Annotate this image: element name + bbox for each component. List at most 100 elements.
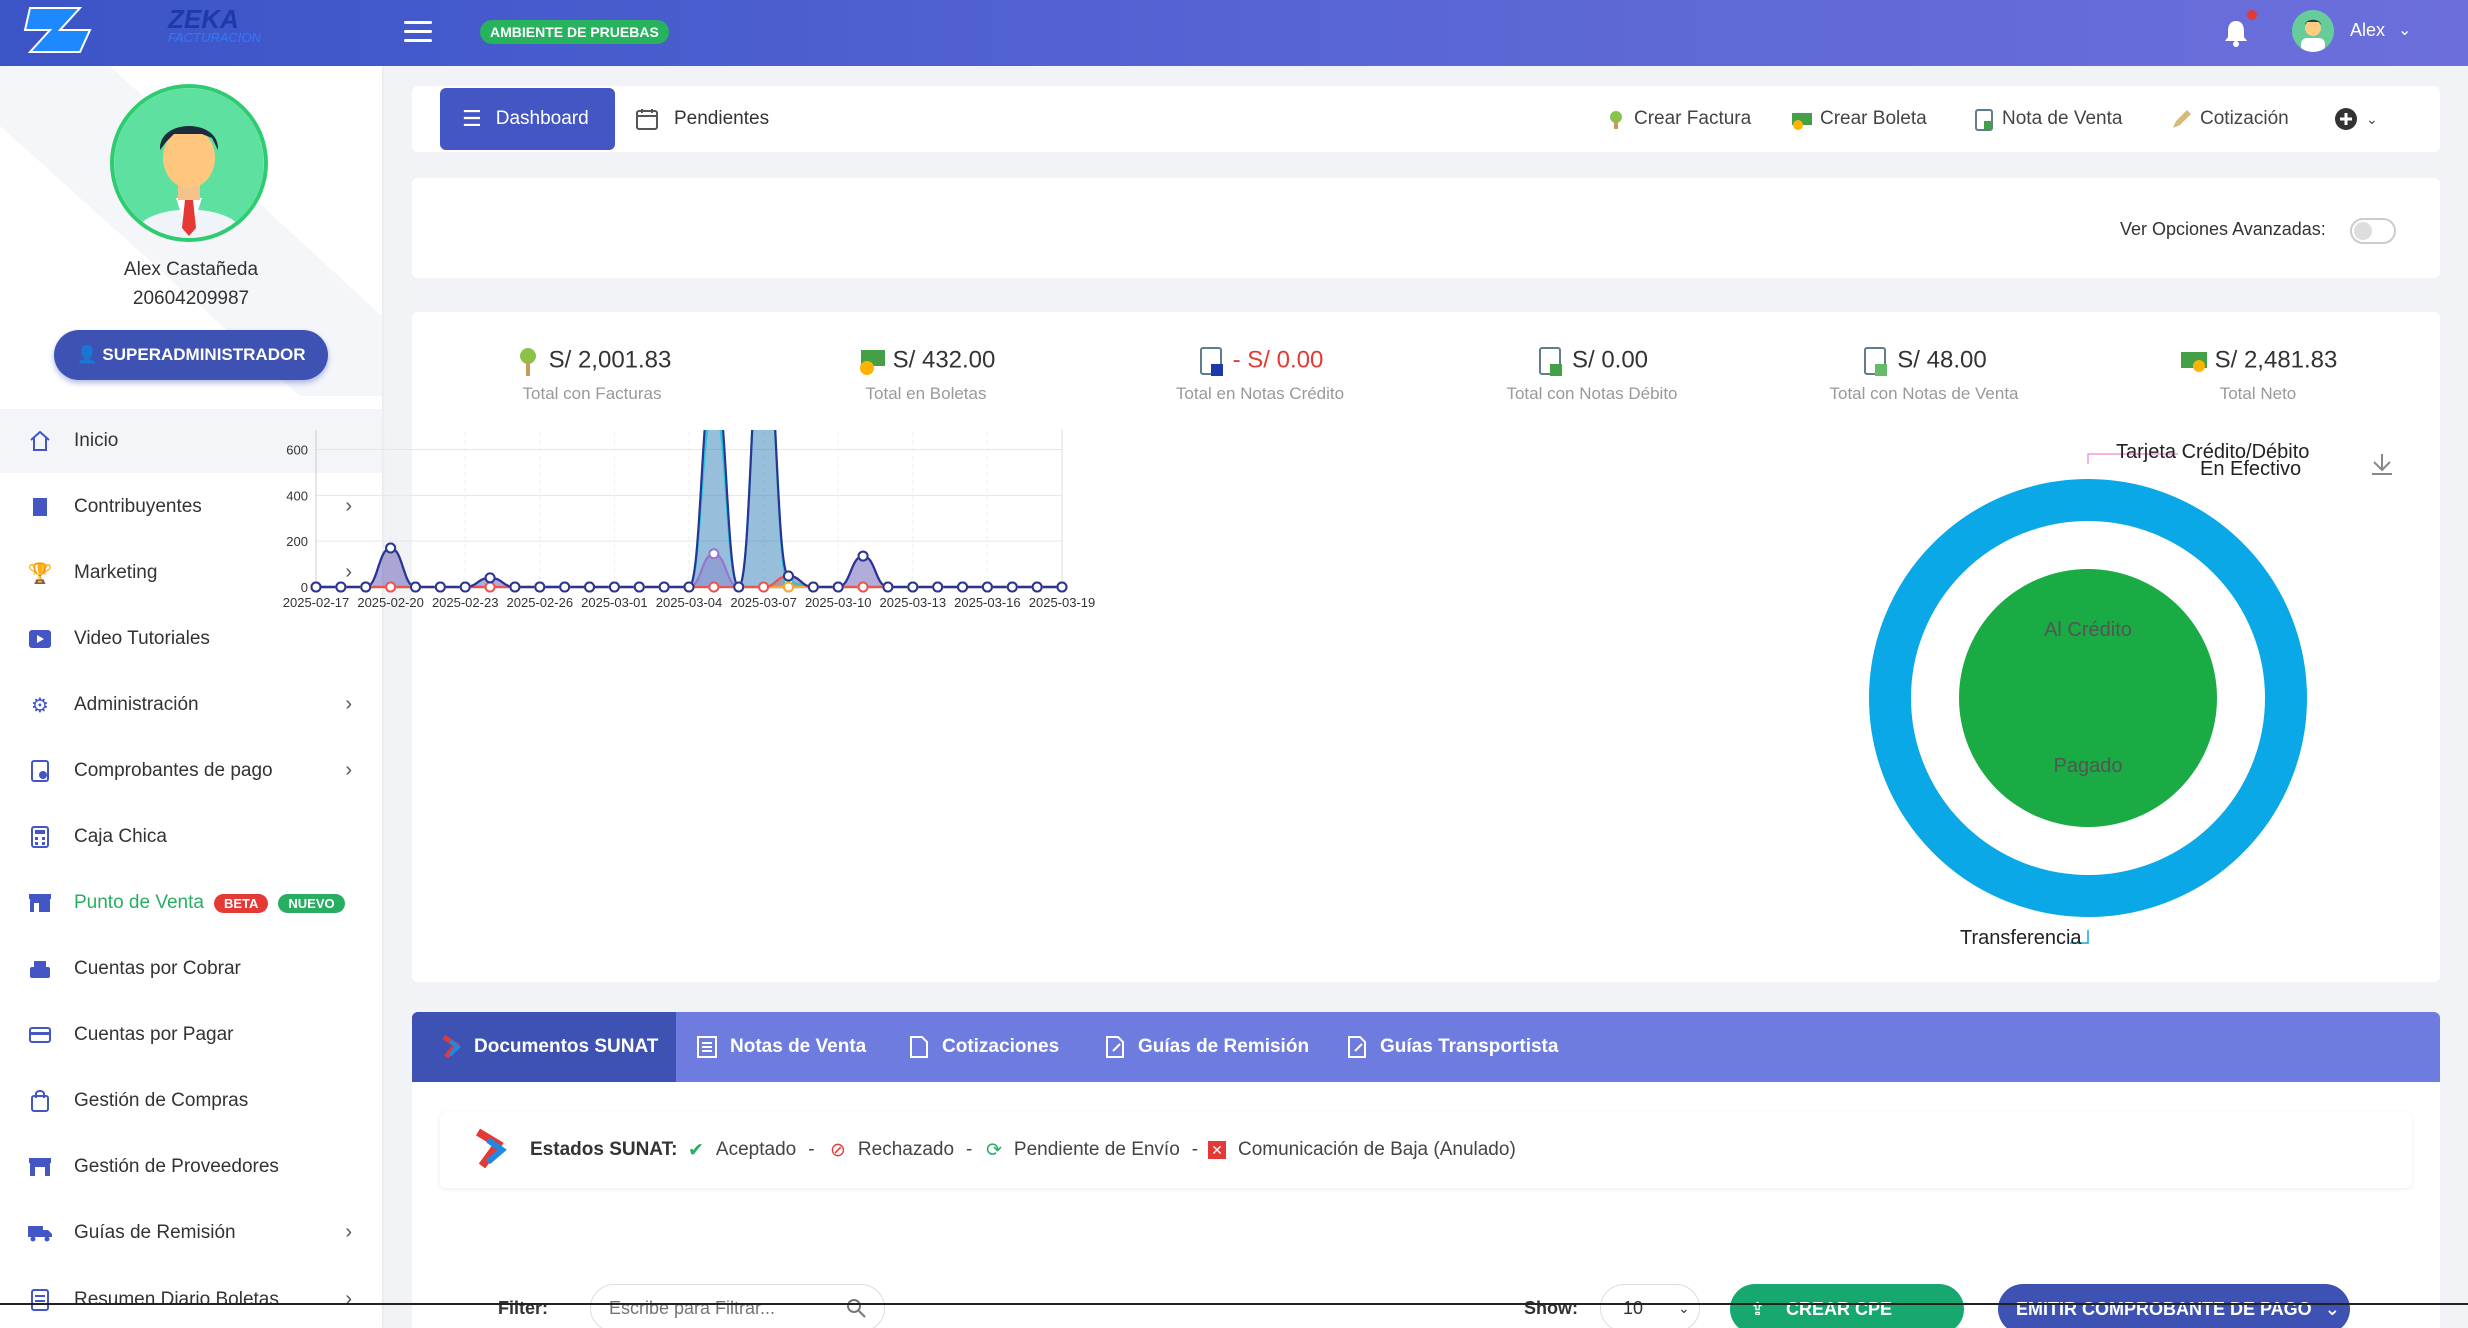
data-point[interactable] [733,581,745,593]
data-point[interactable] [907,581,919,593]
x-tick-label: 2025-02-17 [283,595,350,610]
data-point[interactable] [310,581,322,593]
y-tick-label: 400 [286,488,308,503]
data-point[interactable] [633,581,645,593]
sidebar-item-resumen-diario[interactable]: Resumen Diario Boletas › [0,1268,382,1328]
crear-factura-button[interactable]: Crear Factura [1604,104,1751,134]
forbidden-icon: ⊘ [830,1139,846,1161]
data-point[interactable] [683,581,695,593]
crear-cpe-masivo-button[interactable]: ⇪ CREAR CPE MASIVO [1730,1284,1964,1328]
data-point[interactable] [385,581,397,593]
data-point[interactable] [584,581,596,593]
stat-facturas: S/ 2,001.83 Total con Facturas [442,340,742,420]
data-point[interactable] [832,581,844,593]
data-point[interactable] [459,581,471,593]
avatar[interactable] [2292,10,2334,52]
data-point[interactable] [658,581,670,593]
data-point[interactable] [484,581,496,593]
clipboard-icon [1864,347,1888,376]
notification-dot [2247,10,2257,20]
environment-badge: AMBIENTE DE PRUEBAS [480,20,669,44]
data-point[interactable] [559,581,571,593]
close-box-icon: ✕ [1208,1141,1226,1159]
document-icon [28,1288,52,1312]
data-point[interactable] [484,572,496,584]
data-point[interactable] [857,550,869,562]
estado-aceptado: ✔ Aceptado - [688,1135,815,1165]
stat-label: Total Neto [2219,384,2297,403]
clipboard-icon [1199,347,1223,376]
sidebar-item-label: Cuentas por Cobrar [74,958,241,979]
tab-guias-transportista[interactable]: Guías Transportista [1346,1012,1558,1082]
zeka-logo[interactable]: ZEKA FACTURACION [20,0,340,60]
sunat-logo-icon [475,1128,507,1169]
sidebar-item-guias-remision[interactable]: Guías de Remisión › [0,1201,382,1265]
filter-input[interactable] [590,1284,885,1328]
cash-icon [2180,352,2207,372]
chevron-down-icon[interactable]: ⌄ [2398,20,2411,40]
data-point[interactable] [782,581,794,593]
tab-label: Notas de Venta [730,1036,867,1057]
data-point[interactable] [981,581,993,593]
sidebar-item-label: Cuentas por Pagar [74,1024,234,1045]
data-point[interactable] [360,581,372,593]
tab-cotizaciones[interactable]: Cotizaciones [908,1012,1059,1082]
gear-icon: ⚙ [31,694,49,717]
data-point[interactable] [608,581,620,593]
data-point[interactable] [1006,581,1018,593]
data-point[interactable] [708,581,720,593]
menu-toggle-button[interactable] [404,21,432,43]
tab-guias-remision[interactable]: Guías de Remisión [1104,1012,1309,1082]
data-point[interactable] [509,581,521,593]
x-tick-label: 2025-03-07 [730,595,797,610]
advanced-options-toggle[interactable] [2350,218,2396,244]
download-icon[interactable] [2372,454,2392,475]
crear-boleta-button[interactable]: Crear Boleta [1790,104,1927,134]
data-point[interactable] [932,581,944,593]
sidebar-item-cuentas-pagar[interactable]: Cuentas por Pagar [0,1003,382,1067]
estado-pendiente: ⟳ Pendiente de Envío - [986,1135,1198,1165]
stat-value: S/ 432.00 [892,346,996,374]
search-icon[interactable] [846,1298,866,1318]
data-point[interactable] [807,581,819,593]
stat-value: - S/ 0.00 [1232,346,1324,374]
store-icon [28,891,52,915]
edit-document-icon [1348,1036,1366,1058]
stat-label: Total con Notas Débito [1506,384,1678,403]
data-point[interactable] [857,581,869,593]
data-point[interactable] [758,581,770,593]
add-menu-button[interactable]: ⌄ [2334,104,2378,134]
sidebar-item-gestion-proveedores[interactable]: Gestión de Proveedores [0,1135,382,1199]
data-point[interactable] [409,581,421,593]
upload-icon: ⇪ [1750,1299,1766,1319]
data-point[interactable] [1031,581,1043,593]
x-tick-label: 2025-03-19 [1029,595,1096,610]
data-point[interactable] [534,581,546,593]
data-point[interactable] [1056,581,1068,593]
tab-pendientes[interactable]: Pendientes [636,88,769,150]
tab-documentos-sunat[interactable]: Documentos SUNAT [440,1012,658,1082]
nota-venta-button[interactable]: Nota de Venta [1972,104,2122,134]
receipt-icon [28,759,52,783]
sidebar-item-gestion-compras[interactable]: Gestión de Compras [0,1069,382,1133]
separator: - [1191,1139,1199,1160]
cotizacion-button[interactable]: Cotización [2170,104,2289,134]
shopping-bag-icon [28,1089,52,1113]
tab-dashboard[interactable]: ☰ Dashboard [440,88,615,150]
building-icon [28,495,52,519]
data-point[interactable] [385,542,397,554]
role-button[interactable]: 👤 SUPERADMINISTRADOR [54,330,328,380]
user-name[interactable]: Alex [2350,20,2385,41]
data-point[interactable] [434,581,446,593]
data-point[interactable] [708,548,720,560]
data-point[interactable] [782,570,794,582]
tab-notas-venta[interactable]: Notas de Venta [696,1012,866,1082]
data-point[interactable] [882,581,894,593]
bell-icon[interactable] [2222,18,2250,48]
calculator-icon [28,825,52,849]
data-point[interactable] [957,581,969,593]
donut-inner[interactable] [1959,569,2217,827]
stat-value: S/ 48.00 [1897,346,1987,374]
data-point[interactable] [335,581,347,593]
emitir-comprobante-button[interactable]: EMITIR COMPROBANTE DE PAGO ⌄ [1998,1284,2350,1328]
